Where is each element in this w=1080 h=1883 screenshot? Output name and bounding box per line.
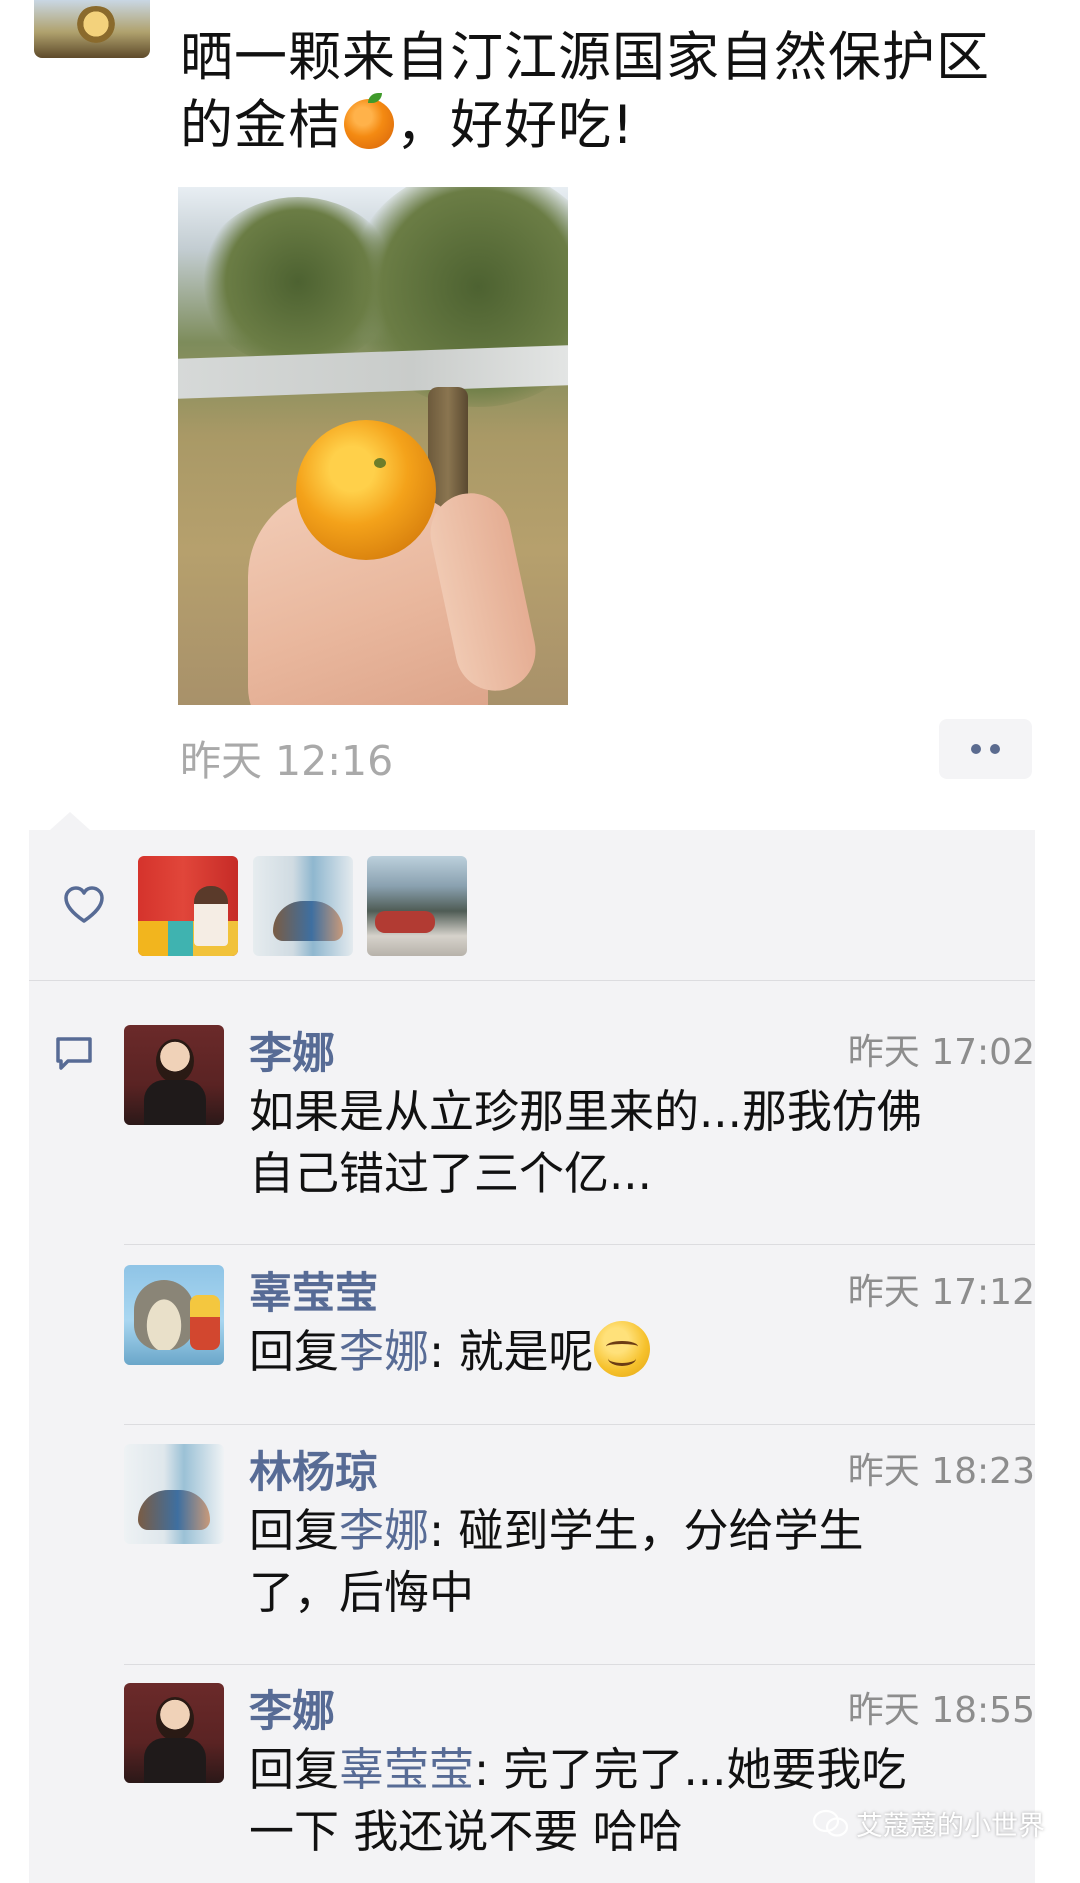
watermark-text: 艾蔻蔻的小世界: [856, 1811, 1045, 1842]
post-text: 晒一颗来自汀江源国家自然保护区 的金桔 ，好好吃!: [180, 24, 1040, 160]
comment-time: 昨天 17:12: [847, 1272, 1035, 1313]
comment-time: 昨天 18:55: [847, 1690, 1035, 1731]
comment-divider: [124, 1424, 1035, 1425]
panel-divider: [29, 980, 1035, 981]
comment-divider: [124, 1244, 1035, 1245]
liker-avatar[interactable]: [367, 856, 467, 956]
post-timestamp: 昨天 12:16: [180, 737, 394, 785]
more-dot-icon: [990, 744, 1000, 754]
wechat-logo-icon: [812, 1809, 849, 1837]
reply-to-name[interactable]: 李娜: [339, 1325, 429, 1378]
more-dot-icon: [971, 744, 981, 754]
comment-text: 回复李娜: 碰到学生，分给学生 了，后悔中: [249, 1504, 864, 1619]
post-text-line-2: 的金桔 ，好好吃!: [180, 93, 635, 156]
reply-to-name[interactable]: 李娜: [339, 1504, 429, 1557]
commenter-avatar[interactable]: [124, 1025, 224, 1125]
comment-text: 如果是从立珍那里来的...那我仿佛 自己错过了三个亿...: [249, 1085, 922, 1200]
commenter-name[interactable]: 李娜: [249, 1019, 335, 1081]
commenter-avatar[interactable]: [124, 1683, 224, 1783]
watermark: 艾蔻蔻的小世界: [812, 1804, 1045, 1843]
tangerine-emoji-icon: [344, 93, 394, 149]
interaction-panel: 李娜 昨天 17:02 如果是从立珍那里来的...那我仿佛 自己错过了三个亿..…: [29, 830, 1035, 1883]
commenter-avatar[interactable]: [124, 1265, 224, 1365]
commenter-name[interactable]: 辜莹莹: [249, 1259, 378, 1321]
post-text-line-1: 晒一颗来自汀江源国家自然保护区: [180, 27, 990, 88]
commenter-name[interactable]: 林杨琼: [249, 1438, 378, 1500]
liker-avatar[interactable]: [138, 856, 238, 956]
commenter-name[interactable]: 李娜: [249, 1677, 335, 1739]
poster-avatar[interactable]: [34, 0, 150, 58]
more-options-button[interactable]: [939, 719, 1032, 779]
likes-row: [29, 830, 1035, 980]
panel-pointer: [50, 812, 90, 830]
commenter-avatar[interactable]: [124, 1444, 224, 1544]
post-photo-kumquat[interactable]: [178, 187, 568, 705]
comment-bubble-icon: [56, 1037, 92, 1070]
smirk-emoji-icon: [593, 1321, 650, 1377]
comment-time: 昨天 18:23: [847, 1451, 1035, 1492]
reply-to-name[interactable]: 辜莹莹: [339, 1743, 474, 1796]
comment-text: 回复李娜: 就是呢: [249, 1321, 1019, 1383]
heart-outline-icon: [64, 886, 104, 923]
liker-avatar[interactable]: [253, 856, 353, 956]
comment-divider: [124, 1664, 1035, 1665]
comment-time: 昨天 17:02: [847, 1032, 1035, 1073]
comment-text: 回复辜莹莹: 完了完了...她要我吃 一下 我还说不要 哈哈: [249, 1743, 907, 1858]
